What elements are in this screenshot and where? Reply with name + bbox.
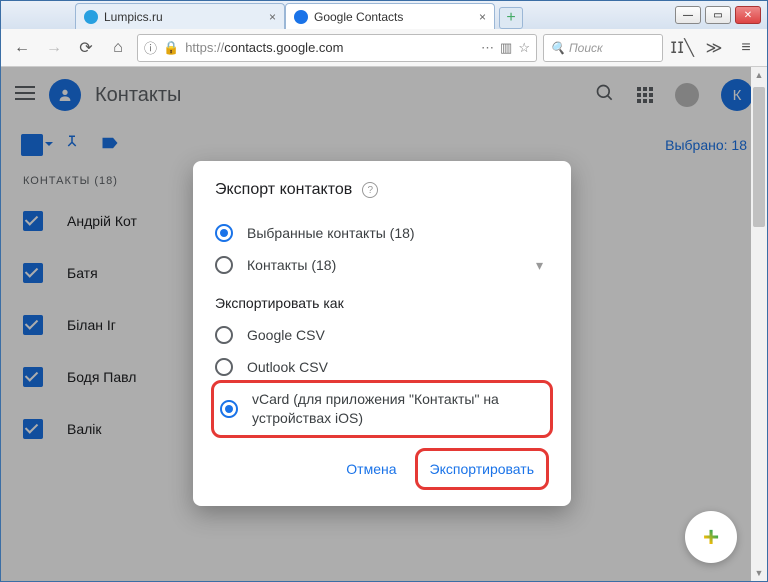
search-placeholder: Поиск xyxy=(569,41,603,55)
scope-all-radio[interactable]: Контакты (18) ▾ xyxy=(215,249,549,281)
back-button[interactable]: ← xyxy=(9,35,35,61)
reader-icon[interactable]: ▥ xyxy=(500,40,512,56)
radio-label: vCard (для приложения "Контакты" на устр… xyxy=(252,390,544,428)
radio-icon xyxy=(220,400,238,418)
radio-label: Google CSV xyxy=(247,327,325,343)
export-dialog: Экспорт контактов ? Выбранные контакты (… xyxy=(193,161,571,506)
maximize-button[interactable]: ▭ xyxy=(705,6,731,24)
reload-button[interactable]: ⟳ xyxy=(73,35,99,61)
favicon-icon xyxy=(84,10,98,24)
close-tab-icon[interactable]: × xyxy=(479,10,486,24)
scroll-down-icon[interactable]: ▼ xyxy=(751,565,767,581)
scrollbar[interactable]: ▲ ▼ xyxy=(751,67,767,581)
format-outlook-radio[interactable]: Outlook CSV xyxy=(215,351,549,378)
format-vcard-radio[interactable]: vCard (для приложения "Контакты" на устр… xyxy=(220,387,544,431)
info-icon[interactable]: ⓘ xyxy=(144,38,157,57)
scope-selected-radio[interactable]: Выбранные контакты (18) xyxy=(215,217,549,249)
forward-button[interactable]: → xyxy=(41,35,67,61)
minimize-button[interactable]: — xyxy=(675,6,701,24)
browser-tab-lumpics[interactable]: Lumpics.ru × xyxy=(75,3,285,29)
help-icon[interactable]: ? xyxy=(362,182,378,198)
menu-icon[interactable]: ≡ xyxy=(733,35,759,61)
tab-label: Google Contacts xyxy=(314,10,473,24)
scroll-up-icon[interactable]: ▲ xyxy=(751,67,767,83)
scroll-thumb[interactable] xyxy=(753,87,765,227)
cancel-button[interactable]: Отмена xyxy=(336,453,406,485)
star-icon[interactable]: ☆ xyxy=(518,40,530,56)
lock-icon: 🔒 xyxy=(163,40,179,56)
close-tab-icon[interactable]: × xyxy=(269,10,276,24)
format-google-radio[interactable]: Google CSV xyxy=(215,319,549,351)
format-vcard-highlight: vCard (для приложения "Контакты" на устр… xyxy=(211,380,553,438)
radio-label: Выбранные контакты (18) xyxy=(247,225,415,241)
url-bar[interactable]: ⓘ 🔒 https://contacts.google.com ⋯ ▥ ☆ xyxy=(137,34,537,62)
dialog-title: Экспорт контактов ? xyxy=(215,181,549,199)
export-as-label: Экспортировать как xyxy=(215,295,549,311)
search-icon: 🔍 xyxy=(550,41,565,55)
tab-label: Lumpics.ru xyxy=(104,10,263,24)
browser-tab-contacts[interactable]: Google Contacts × xyxy=(285,3,495,29)
radio-icon xyxy=(215,256,233,274)
sidebar-icon[interactable]: ≫ xyxy=(701,35,727,61)
options-icon[interactable]: ⋯ xyxy=(481,40,494,56)
radio-icon xyxy=(215,326,233,344)
radio-label: Outlook CSV xyxy=(247,359,328,375)
export-button-highlight: Экспортировать xyxy=(415,448,549,490)
home-button[interactable]: ⌂ xyxy=(105,35,131,61)
chevron-down-icon[interactable]: ▾ xyxy=(536,257,543,274)
radio-icon xyxy=(215,358,233,376)
radio-label: Контакты (18) xyxy=(247,257,336,273)
radio-icon xyxy=(215,224,233,242)
url-text: https://contacts.google.com xyxy=(185,40,475,55)
export-button[interactable]: Экспортировать xyxy=(420,453,544,485)
library-icon[interactable]: 𝖨𝖨╲ xyxy=(669,35,695,61)
favicon-icon xyxy=(294,10,308,24)
add-contact-fab[interactable]: + xyxy=(685,511,737,563)
window-close-button[interactable]: ✕ xyxy=(735,6,761,24)
new-tab-button[interactable]: + xyxy=(499,7,523,29)
plus-icon: + xyxy=(703,521,719,553)
search-box[interactable]: 🔍 Поиск xyxy=(543,34,663,62)
